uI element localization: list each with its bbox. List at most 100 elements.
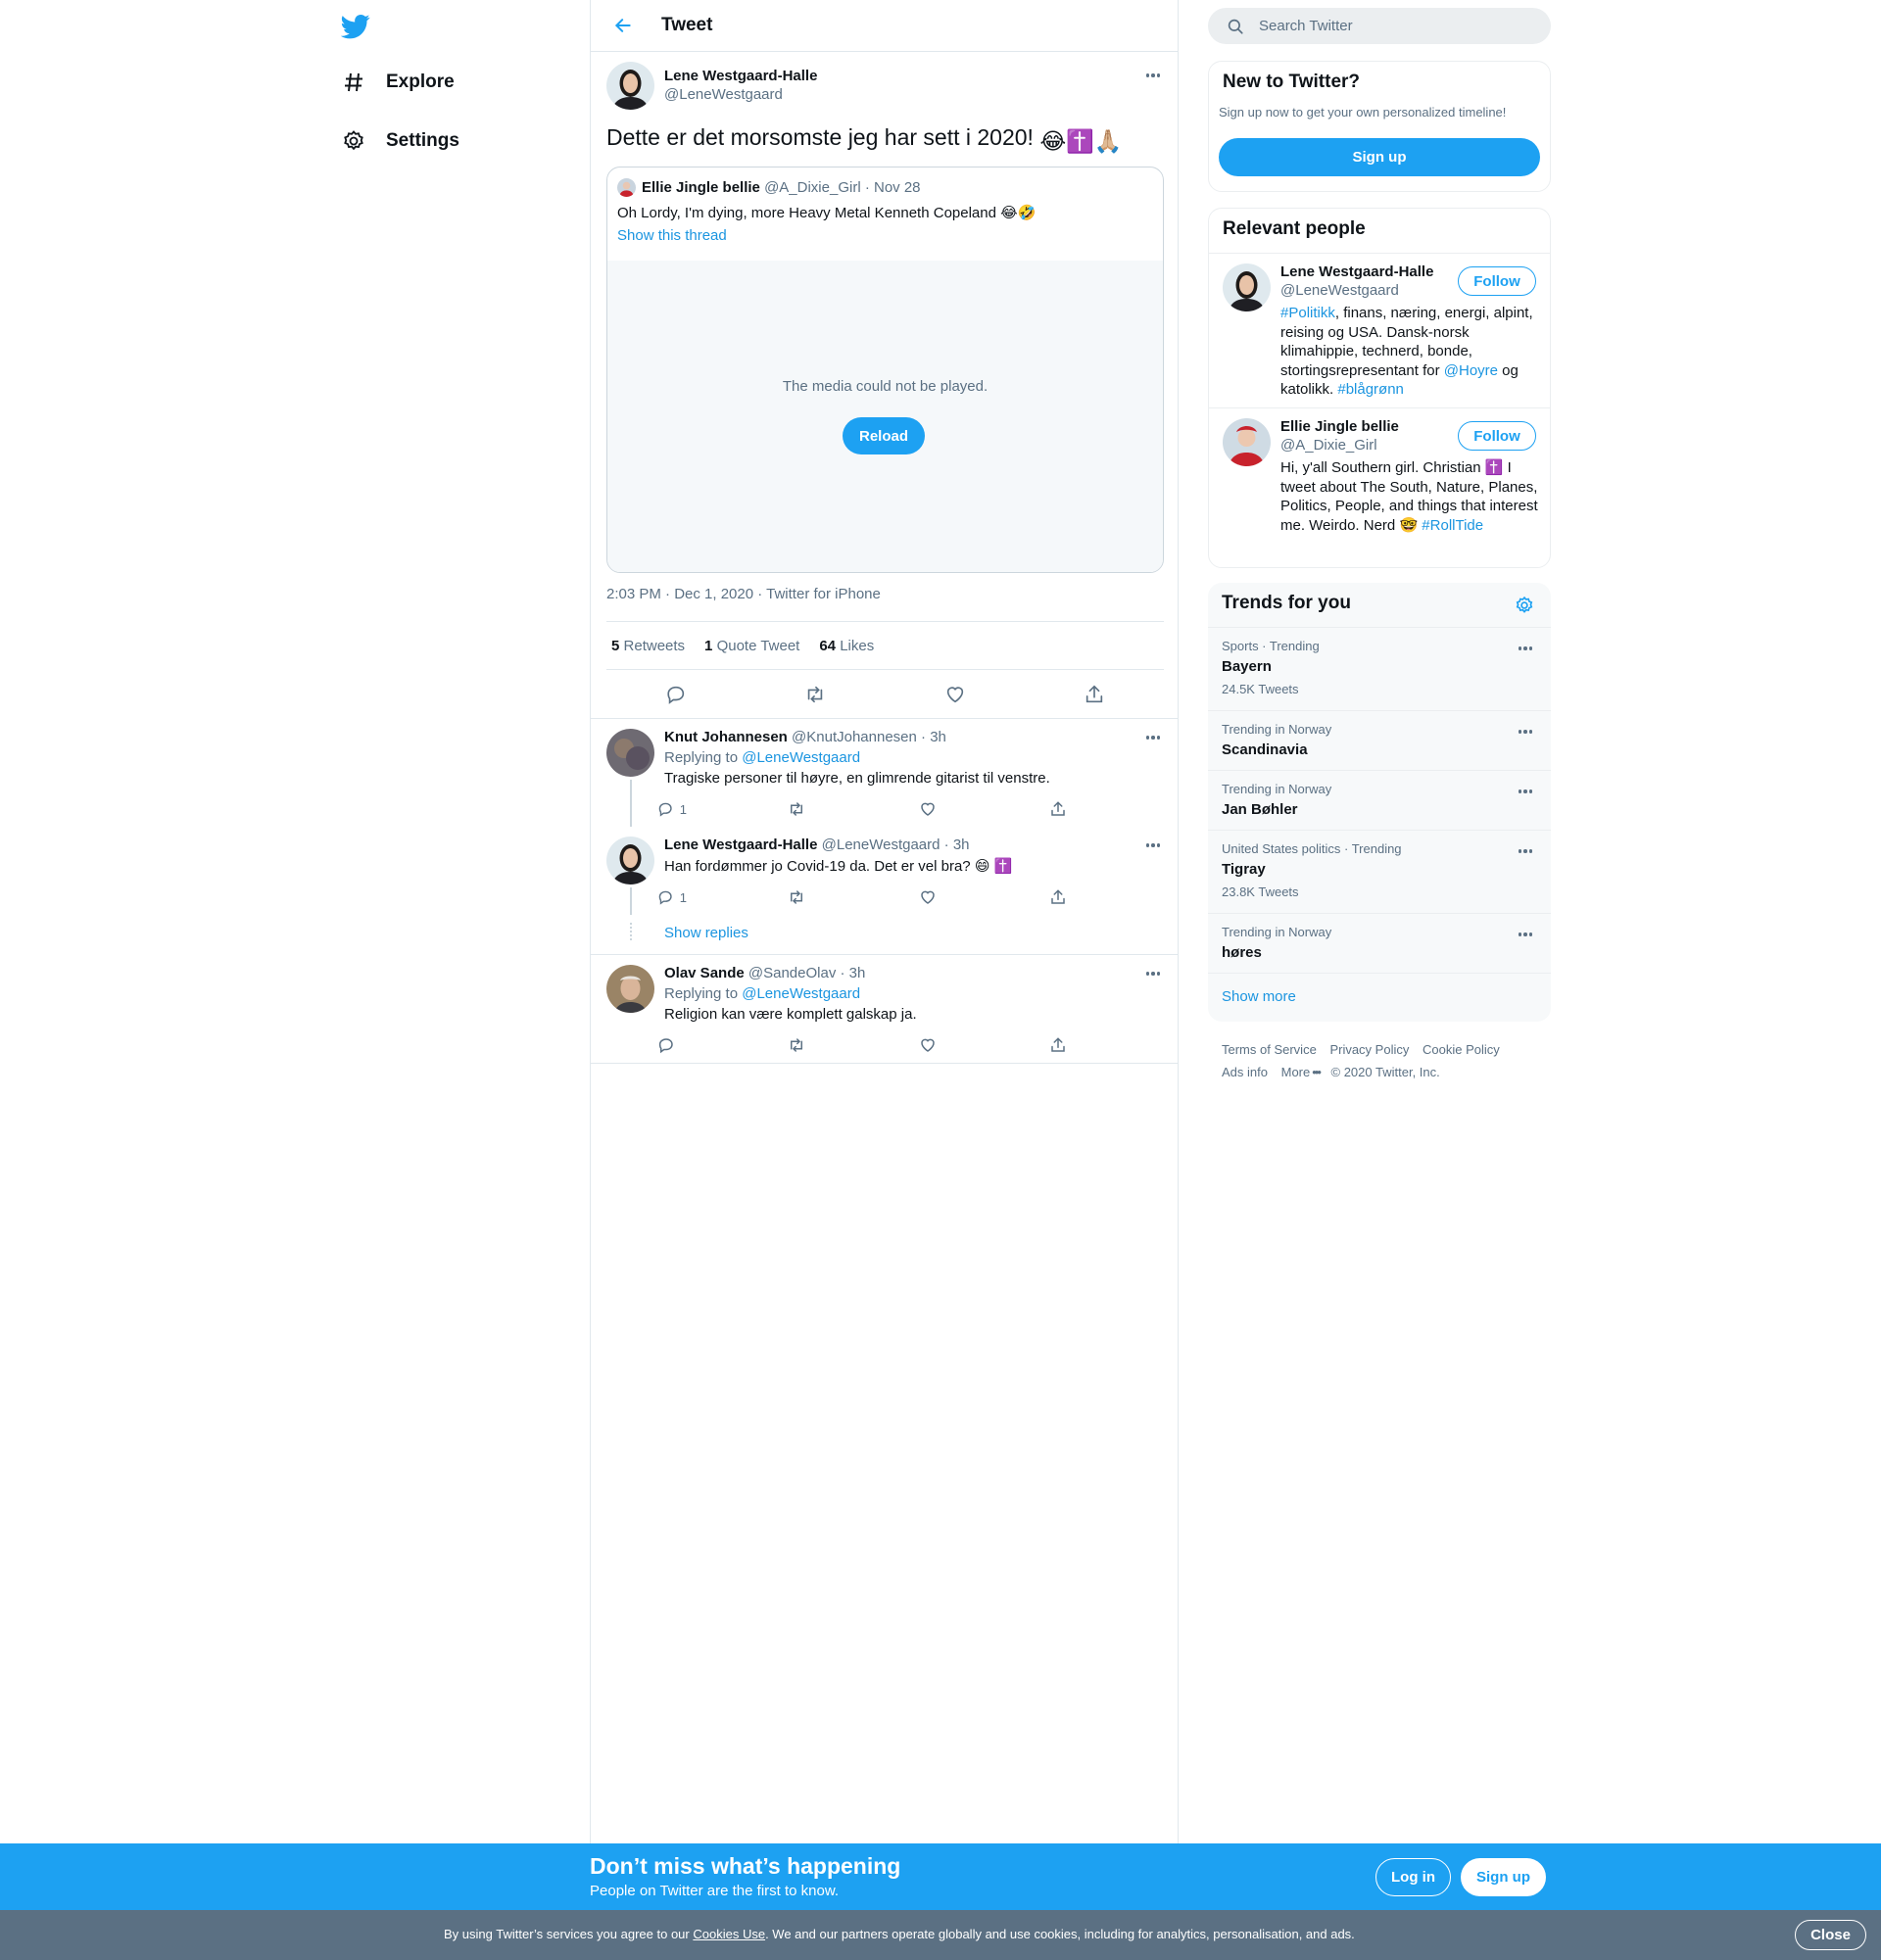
footer-link[interactable]: Ads info <box>1222 1065 1268 1079</box>
show-thread-link[interactable]: Show this thread <box>617 227 727 244</box>
avatar[interactable] <box>606 837 654 884</box>
more-options-icon[interactable] <box>1514 844 1537 858</box>
person-name[interactable]: Lene Westgaard-Halle <box>1280 263 1433 280</box>
hashtag-link[interactable]: #blågrønn <box>1337 381 1404 398</box>
gear-icon[interactable] <box>1514 595 1535 616</box>
cookie-text: By using Twitter’s services you agree to… <box>444 1927 1355 1941</box>
reply-author-name[interactable]: Knut Johannesen <box>664 729 788 745</box>
person-item[interactable]: Lene Westgaard-Halle @LeneWestgaard Foll… <box>1209 253 1550 407</box>
reply-time[interactable]: · 3h <box>921 729 946 745</box>
more-options-icon[interactable] <box>1514 928 1537 941</box>
reply-author-name[interactable]: Lene Westgaard-Halle <box>664 837 817 853</box>
trend-context: Trending in Norway <box>1222 925 1332 939</box>
close-button[interactable]: Close <box>1795 1920 1866 1950</box>
retweet-icon[interactable] <box>788 885 817 909</box>
replying-to-link[interactable]: @LeneWestgaard <box>742 749 860 766</box>
quoted-author-handle: @A_Dixie_Girl <box>764 179 861 196</box>
avatar[interactable] <box>606 62 654 110</box>
footer-link[interactable]: Privacy Policy <box>1329 1042 1409 1057</box>
person-name[interactable]: Ellie Jingle bellie <box>1280 418 1399 435</box>
show-more-link[interactable]: Show more <box>1222 988 1296 1005</box>
reply-icon[interactable] <box>656 675 696 714</box>
quoted-text-emoji: 😂 <box>1000 205 1018 221</box>
person-handle[interactable]: @LeneWestgaard <box>1280 282 1399 299</box>
more-options-icon[interactable] <box>1514 725 1537 739</box>
search-bar[interactable] <box>1208 8 1551 44</box>
more-options-icon[interactable] <box>1514 785 1537 798</box>
reply-tweet[interactable]: Lene Westgaard-Halle @LeneWestgaard · 3h… <box>591 827 1178 954</box>
trend-name: høres <box>1222 944 1262 961</box>
reply-time[interactable]: · 3h <box>944 837 970 853</box>
reply-text-emoji: 😄 <box>974 858 990 875</box>
card-title: Relevant people <box>1223 218 1366 239</box>
cookies-use-link[interactable]: Cookies Use <box>693 1927 765 1941</box>
reply-text: Tragiske personer til høyre, en glimrend… <box>664 770 1050 787</box>
share-icon[interactable] <box>1049 797 1079 821</box>
author-name[interactable]: Lene Westgaard-Halle <box>664 68 817 84</box>
show-replies-link[interactable]: Show replies <box>664 925 748 941</box>
reload-button[interactable]: Reload <box>843 417 925 454</box>
search-icon <box>1226 17 1245 36</box>
retweet-icon[interactable] <box>796 675 835 714</box>
footer-link[interactable]: More <box>1281 1065 1311 1079</box>
signup-button[interactable]: Sign up <box>1219 138 1540 176</box>
like-icon[interactable] <box>919 885 948 909</box>
reply-icon[interactable]: 1 <box>657 885 687 909</box>
tweet-text: Dette er det morsomste jeg har sett i 20… <box>606 124 1122 155</box>
footer-link[interactable]: Cookie Policy <box>1423 1042 1500 1057</box>
person-item[interactable]: Ellie Jingle bellie @A_Dixie_Girl Follow… <box>1209 407 1550 567</box>
like-icon[interactable] <box>919 797 948 821</box>
likes-stat[interactable]: 64 Likes <box>819 638 874 654</box>
avatar[interactable] <box>1223 418 1271 466</box>
login-button[interactable]: Log in <box>1375 1858 1451 1896</box>
hashtag-link[interactable]: #RollTide <box>1422 517 1483 534</box>
mention-link[interactable]: @Hoyre <box>1444 362 1498 379</box>
search-input[interactable] <box>1259 18 1533 34</box>
more-options-icon[interactable] <box>1141 69 1165 82</box>
retweet-icon[interactable] <box>788 1033 817 1057</box>
reply-tweet[interactable]: Olav Sande @SandeOlav · 3h Replying to @… <box>591 955 1178 1063</box>
follow-button[interactable]: Follow <box>1458 421 1536 451</box>
more-options-icon[interactable] <box>1141 967 1165 980</box>
follow-button[interactable]: Follow <box>1458 266 1536 296</box>
share-icon[interactable] <box>1049 1033 1079 1057</box>
author-handle[interactable]: @LeneWestgaard <box>664 86 783 103</box>
reply-time[interactable]: · 3h <box>841 965 866 981</box>
nav-explore[interactable]: Explore <box>341 63 455 102</box>
like-icon[interactable] <box>936 675 975 714</box>
twitter-bird-icon[interactable] <box>340 12 370 41</box>
reply-author-handle[interactable]: @LeneWestgaard <box>822 837 940 853</box>
avatar[interactable] <box>606 729 654 777</box>
reply-author-name[interactable]: Olav Sande <box>664 965 745 981</box>
reply-tweet[interactable]: Knut Johannesen @KnutJohannesen · 3h Rep… <box>591 719 1178 827</box>
retweets-stat[interactable]: 5 Retweets <box>611 638 685 654</box>
nav-settings[interactable]: Settings <box>341 121 459 161</box>
hashtag-link[interactable]: #Politikk <box>1280 305 1335 321</box>
reply-author-handle[interactable]: @SandeOlav <box>748 965 836 981</box>
replying-to-link[interactable]: @LeneWestgaard <box>742 985 860 1002</box>
reply-icon[interactable] <box>657 1033 687 1057</box>
avatar[interactable] <box>606 965 654 1013</box>
share-icon[interactable] <box>1049 885 1079 909</box>
footer-link[interactable]: Terms of Service <box>1222 1042 1317 1057</box>
more-options-icon[interactable] <box>1141 838 1165 852</box>
reply-author-handle[interactable]: @KnutJohannesen <box>792 729 917 745</box>
more-options-icon[interactable] <box>1141 731 1165 744</box>
reply-icon[interactable]: 1 <box>657 797 687 821</box>
person-handle[interactable]: @A_Dixie_Girl <box>1280 437 1377 454</box>
more-options-icon[interactable] <box>1514 642 1537 655</box>
trend-item[interactable]: United States politics · Trending Tigray… <box>1208 830 1551 913</box>
back-arrow-icon[interactable] <box>610 13 636 38</box>
like-icon[interactable] <box>919 1033 948 1057</box>
retweet-icon[interactable] <box>788 797 817 821</box>
trend-item[interactable]: Trending in Norway Jan Bøhler <box>1208 770 1551 830</box>
trend-context: Trending in Norway <box>1222 782 1332 796</box>
quotes-stat[interactable]: 1 Quote Tweet <box>704 638 799 654</box>
quoted-tweet[interactable]: Ellie Jingle bellie @A_Dixie_Girl · Nov … <box>606 167 1164 573</box>
signup-button[interactable]: Sign up <box>1461 1858 1546 1896</box>
trend-item[interactable]: Trending in Norway Scandinavia <box>1208 710 1551 770</box>
trend-item[interactable]: Sports · Trending Bayern 24.5K Tweets <box>1208 627 1551 710</box>
share-icon[interactable] <box>1075 675 1114 714</box>
avatar[interactable] <box>1223 263 1271 311</box>
trend-item[interactable]: Trending in Norway høres <box>1208 913 1551 973</box>
